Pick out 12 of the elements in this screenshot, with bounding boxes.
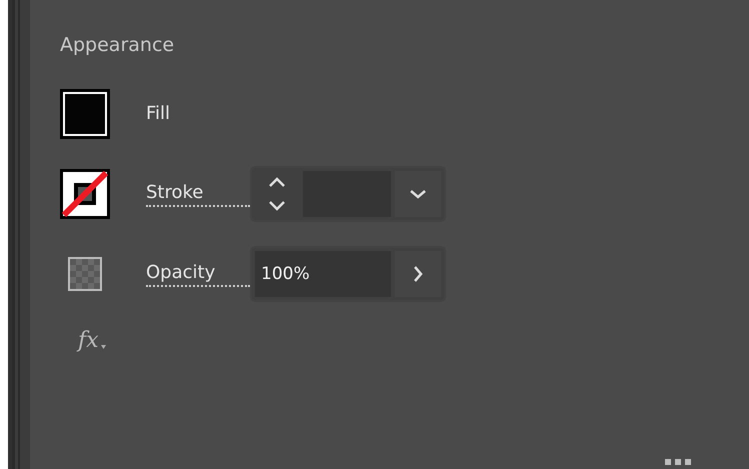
opacity-field[interactable]: 100% [255,251,391,297]
effects-button[interactable]: fx [78,328,106,353]
caret-icon[interactable] [100,345,106,349]
opacity-icon [68,257,102,291]
panel-title: Appearance [60,34,176,58]
fill-label: Fill [146,102,172,126]
more-icon[interactable] [665,459,691,465]
stepper-icon[interactable] [267,176,287,212]
fill-swatch[interactable] [60,89,110,139]
stroke-swatch[interactable] [60,169,110,219]
dropdown-icon[interactable] [409,189,427,199]
chevron-right-icon[interactable] [413,265,423,283]
